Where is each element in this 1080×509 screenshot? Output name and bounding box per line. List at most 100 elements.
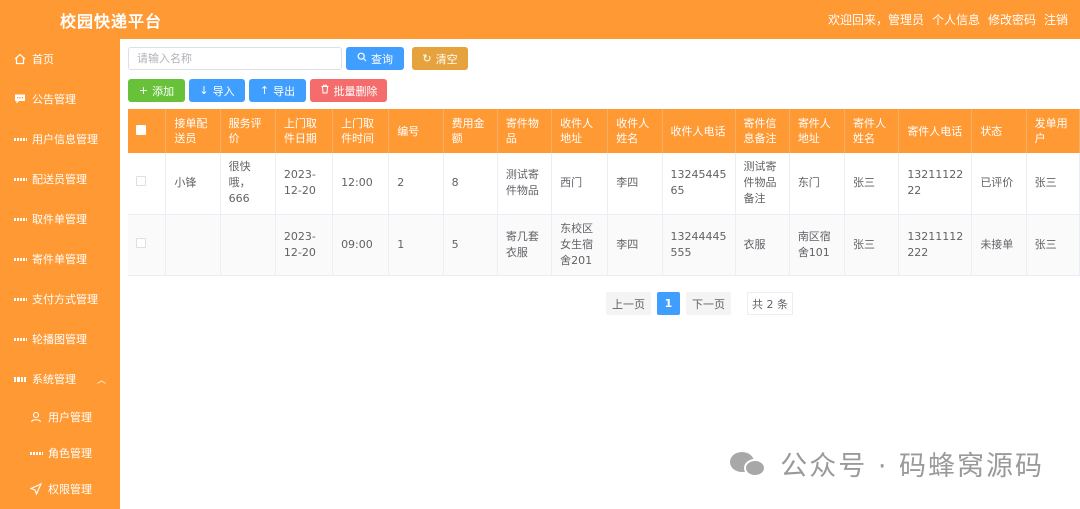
import-button[interactable]: ↓ 导入 [189,79,245,102]
sidebar-item-label: 权限管理 [48,483,92,496]
select-all-checkbox[interactable] [136,124,146,135]
sidebar-item-payment[interactable]: 支付方式管理 [0,279,120,319]
header-cell: 寄件人地址 [789,109,846,153]
sidebar-item-label: 公告管理 [32,93,76,106]
sidebar-subitem-user-manage[interactable]: 用户管理 [0,399,120,435]
query-button-label: 查询 [371,52,393,66]
sidebar-item-send-order[interactable]: 寄件单管理 [0,239,120,279]
header-cell: 收件人姓名 [607,109,663,153]
search-input[interactable] [128,47,342,70]
table-cell: 张三 [1026,214,1080,276]
sidebar-item-carousel[interactable]: 轮播图管理 [0,319,120,359]
sidebar-item-label: 首页 [32,53,54,66]
welcome-text: 欢迎回来，管理员 [827,13,924,27]
header-cell: 状态 [971,109,1027,153]
header-cell: 上门取件日期 [275,109,334,153]
table-cell: 测试寄件物品备注 [735,153,790,215]
header-cell: 上门取件时间 [332,109,390,153]
batch-delete-button[interactable]: 批量删除 [310,79,387,102]
header-cell: 收件人地址 [551,109,609,153]
chevron-up-icon: ︿ [96,375,106,386]
grid-icon [14,173,26,185]
table-cell: 测试寄件物品 [497,153,553,215]
sidebar-item-system[interactable]: 系统管理 ︿ [0,359,120,399]
query-button[interactable]: 查询 [346,47,404,70]
main-content: 查询 ↻ 清空 + 添加 ↓ 导入 ↑ 导出 批量删除 [120,39,1080,509]
grid-icon [14,213,26,225]
prev-page-button[interactable]: 上一页 [606,292,651,315]
sidebar-item-notice[interactable]: 公告管理 [0,79,120,119]
table-cell: 5 [443,214,498,276]
grid-icon [30,447,42,459]
search-icon [357,52,367,65]
grid-icon [14,333,26,345]
add-button-label: 添加 [152,84,175,98]
brand-title: 校园快递平台 [60,12,163,31]
sidebar-subitem-permission-manage[interactable]: 权限管理 [0,471,120,507]
table-cell: 东校区女生宿舍201 [551,214,609,276]
table-cell: 13244445 555 [662,214,736,276]
sidebar-subitem-role-manage[interactable]: 角色管理 [0,435,120,471]
sidebar-item-label: 寄件单管理 [32,253,87,266]
pagination: 上一页 1 下一页 共 2 条 [606,292,793,315]
header-cell: 收件人电话 [662,109,736,153]
table-cell: 13211112 222 [898,214,973,276]
row-checkbox[interactable] [136,237,146,248]
send-order-table: 接单配送员 服务评价 上门取件日期 上门取件时间 编号 费用金额 寄件物品 收件… [128,109,1080,276]
export-button[interactable]: ↑ 导出 [249,79,306,102]
table-cell [220,214,276,276]
table-cell [165,214,221,276]
row-checkbox[interactable] [136,176,146,187]
next-page-button[interactable]: 下一页 [686,292,731,315]
grid-icon [14,293,26,305]
export-button-label: 导出 [273,84,296,98]
sidebar-item-pickup-order[interactable]: 取件单管理 [0,199,120,239]
profile-link[interactable]: 个人信息 [932,11,980,28]
logout-link[interactable]: 注销 [1044,11,1068,28]
add-button[interactable]: + 添加 [128,79,185,102]
sidebar-item-label: 系统管理 [32,373,76,386]
table-cell: 12:00 [332,153,390,215]
row-select-cell [128,153,167,215]
table-cell: 2023-12-20 [275,214,334,276]
table-cell: 2023-12-20 [275,153,334,215]
table-cell: 李四 [607,153,663,215]
sidebar-item-label: 轮播图管理 [32,333,87,346]
home-icon [14,53,26,65]
table-cell: 寄几套衣服 [497,214,553,276]
top-header: 校园快递平台 欢迎回来，管理员 个人信息 修改密码 注销 [0,0,1080,39]
header-user-menu: 欢迎回来，管理员 个人信息 修改密码 注销 [828,11,1068,28]
user-icon [30,411,42,423]
wechat-icon [730,448,770,480]
page-number-current[interactable]: 1 [657,292,680,315]
chat-icon [14,93,26,105]
sidebar-item-label: 配送员管理 [32,173,87,186]
sidebar-item-user-info[interactable]: 用户信息管理 [0,119,120,159]
sidebar-item-label: 用户信息管理 [32,133,98,146]
search-bar: 查询 ↻ 清空 [128,47,468,70]
sidebar-item-label: 角色管理 [48,447,92,460]
table-header-row: 接单配送员 服务评价 上门取件日期 上门取件时间 编号 费用金额 寄件物品 收件… [128,109,1080,153]
plus-icon: + [138,84,149,97]
table-cell: 小锋 [165,153,221,215]
arrow-down-icon: ↓ [199,84,209,97]
trash-icon [320,84,330,97]
sidebar-item-label: 支付方式管理 [32,293,98,306]
menu-icon [14,373,26,385]
table-row: 2023-12-20 09:00 1 5 寄几套衣服 东校区女生宿舍201 李四… [128,214,1080,276]
change-password-link[interactable]: 修改密码 [988,11,1036,28]
sidebar-item-home[interactable]: 首页 [0,39,120,79]
grid-icon [14,253,26,265]
sidebar-item-courier[interactable]: 配送员管理 [0,159,120,199]
sidebar-item-label: 取件单管理 [32,213,87,226]
total-count: 共 2 条 [747,292,793,315]
clear-button-label: 清空 [435,52,458,66]
header-cell: 寄件人姓名 [844,109,900,153]
grid-icon [14,133,26,145]
watermark: 公众号 · 码蜂窝源码 [730,444,1044,483]
row-select-cell [128,214,167,276]
clear-button[interactable]: ↻ 清空 [412,47,468,70]
table-cell: 张三 [1026,153,1080,215]
header-cell: 寄件人电话 [898,109,973,153]
action-toolbar: + 添加 ↓ 导入 ↑ 导出 批量删除 [128,79,387,102]
